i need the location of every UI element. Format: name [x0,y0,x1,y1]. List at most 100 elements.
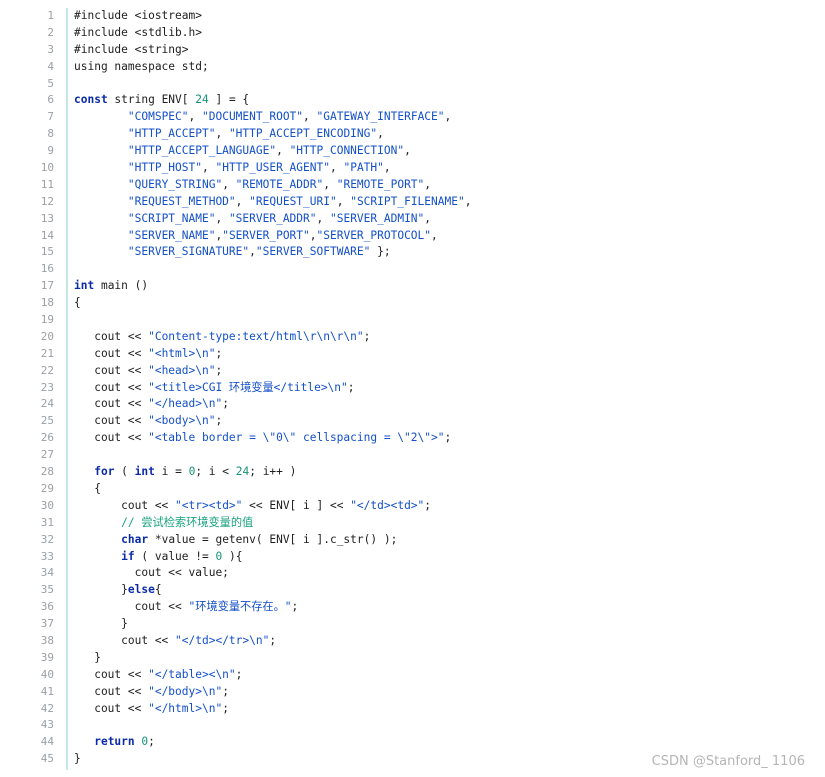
line-number: 1 [47,9,54,22]
line-number: 34 [40,566,54,580]
code-token: , [303,110,317,124]
code-token: } [74,617,128,631]
code-string: "HTTP_USER_AGENT" [215,161,330,175]
line-number: 17 [40,279,54,293]
code-string: "</html>\n" [148,701,223,715]
code-token: }; [370,245,391,259]
code-string: "环境变量不存在。" [188,600,292,614]
code-line: 38 cout << "</td></tr>\n"; [0,633,825,650]
line-number: 37 [40,617,54,631]
code-line: 32 char *value = getenv( ENV[ i ].c_str(… [0,532,825,549]
line-number: 23 [40,380,54,394]
code-text: cout << "</body>\n"; [60,684,229,701]
code-text: "SCRIPT_NAME", "SERVER_ADDR", "SERVER_AD… [60,211,431,228]
code-token: , [276,144,290,158]
code-string: "COMSPEC" [127,110,189,124]
code-keyword: const [74,93,108,107]
line-number: 26 [40,431,54,445]
code-token: ; [222,397,229,411]
code-preprocessor: #include <iostream> [74,9,202,22]
code-token: , [188,110,202,124]
line-number: 42 [40,701,54,715]
code-text: int main () [60,278,148,295]
code-line: 33 if ( value != 0 ){ [0,549,825,566]
code-token: ; [291,600,299,614]
code-line: 42 cout << "</html>\n"; [0,701,825,718]
code-string: "<tr><td>" [175,498,243,512]
code-line: 27 [0,447,825,464]
line-number: 43 [40,718,54,732]
code-token: , [424,177,432,191]
code-text: } [60,616,128,633]
code-token: , [377,127,384,141]
code-text: cout << "</html>\n"; [60,701,229,718]
code-block: 1 #include <iostream> 2 #include <stdlib.h>… [0,8,825,770]
code-string: "PATH" [343,161,384,175]
code-token: , [424,211,432,225]
code-token: , [336,194,351,208]
code-line: 28 for ( int i = 0; i < 24; i++ ) [0,464,825,481]
code-token: ; [269,633,277,647]
line-number: 4 [47,59,54,73]
code-token: , [323,177,337,191]
code-string: "</td></tr>\n" [175,633,270,647]
line-number: 8 [47,127,54,141]
code-line: 31 // 尝试检索环境变量的值 [0,515,825,532]
code-token: , [235,194,250,208]
code-token: cout << [74,633,176,647]
code-string: "SCRIPT_FILENAME" [350,194,465,208]
line-number: 13 [40,211,54,225]
code-string: "GATEWAY_INTERFACE" [316,110,445,124]
code-line: 11 "QUERY_STRING", "REMOTE_ADDR", "REMOT… [0,177,825,194]
code-keyword: char [121,532,149,546]
code-line: 15 "SERVER_SIGNATURE","SERVER_SOFTWARE" … [0,244,825,261]
code-lines: 1 #include <iostream> 2 #include <stdlib.h>… [0,8,825,768]
code-text: cout << "<title>CGI 环境变量</title>\n"; [60,380,355,397]
code-line: 13 "SCRIPT_NAME", "SERVER_ADDR", "SERVER… [0,211,825,228]
code-text: using namespace std; [60,59,209,76]
code-token: ; [215,363,223,377]
code-line: 29 { [0,481,825,498]
code-token: ; [222,684,229,698]
code-token: cout << [74,684,149,698]
line-number: 40 [40,667,54,681]
code-string: "QUERY_STRING" [127,177,223,191]
code-token: cout << [74,363,149,377]
code-keyword: return [94,735,135,749]
code-text: char *value = getenv( ENV[ i ].c_str() )… [60,532,397,549]
code-line: 17 int main () [0,278,825,295]
code-line: 16 [0,261,825,278]
code-token: ; [347,380,355,394]
code-string: "SERVER_NAME" [127,228,216,242]
code-token: cout << [74,397,149,411]
line-number: 6 [47,93,54,107]
code-string: "</body>\n" [148,684,223,698]
code-text: cout << "</head>\n"; [60,396,229,413]
code-string: "HTTP_CONNECTION" [289,144,405,158]
line-number: 25 [40,414,54,428]
line-number: 12 [40,194,54,208]
code-string: "SERVER_SOFTWARE" [255,245,371,259]
code-token: , [329,161,344,175]
code-token: cout << [74,380,149,394]
code-text: #include <string> [60,42,189,59]
code-token: , [404,144,411,158]
code-string: "HTTP_HOST" [127,161,202,175]
code-line: 9 "HTTP_ACCEPT_LANGUAGE", "HTTP_CONNECTI… [0,143,825,160]
code-text: cout << "<html>\n"; [60,346,222,363]
code-token: , [431,228,438,242]
code-line: 3 #include <string> [0,42,825,59]
code-token: cout << [74,431,149,445]
code-token: ; [444,431,452,445]
code-line: 44 return 0; [0,734,825,751]
code-text: cout << value; [60,565,229,582]
code-token: { [74,296,81,310]
code-token: { [154,583,162,597]
code-token: using namespace std; [74,59,209,73]
code-line: 43 [0,717,825,734]
code-token: ; i++ ) [249,465,297,479]
line-number: 14 [40,228,54,242]
code-token: ] = { [208,93,250,107]
code-line: 5 [0,76,825,93]
